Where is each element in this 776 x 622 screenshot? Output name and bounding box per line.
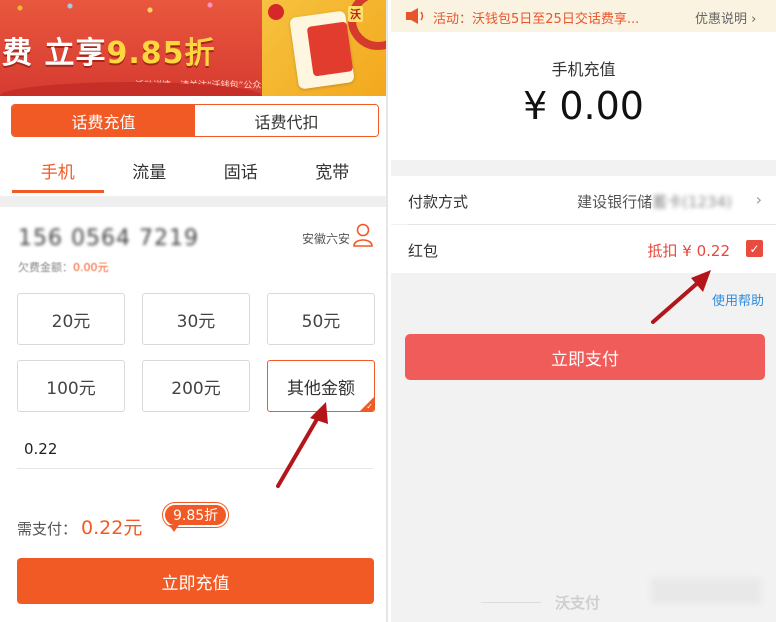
amount-30-button[interactable]: 30元 [142, 293, 250, 345]
arrears-amount: 0.00元 [73, 261, 109, 274]
activity-notice-bar[interactable]: 活动：沃钱包5日至25日交话费享... 优惠说明 › [391, 0, 776, 32]
discount-badge: 9.85折 [163, 503, 229, 532]
chevron-right-icon: › [755, 190, 762, 209]
payment-title: 手机充值 [551, 60, 616, 79]
help-link[interactable]: 使用帮助 [712, 290, 764, 309]
region-label: 安徽六安 [302, 232, 351, 246]
banner-headline: 费 立享9.85折 [2, 28, 215, 72]
promo-banner[interactable]: 费 立享9.85折 活动详情，请关注“沃钱包”公众号 沃 [0, 0, 386, 96]
check-icon: ✓ [749, 241, 760, 256]
payable-line: 需支付： 0.22元 [17, 513, 142, 540]
amount-20-button[interactable]: 20元 [17, 293, 125, 345]
annotation-arrow-right [651, 270, 711, 324]
recharge-panel: 费 立享9.85折 活动详情，请关注“沃钱包”公众号 沃 话费充值 话费代扣 手… [0, 0, 388, 622]
blurred-watermark [651, 578, 761, 604]
chevron-right-icon: › [747, 12, 757, 27]
offer-details-label: 优惠说明 [695, 12, 748, 27]
category-tabs: 手机 流量 固话 宽带 [12, 150, 378, 192]
section-divider [0, 196, 386, 207]
annotation-arrow-left [276, 402, 328, 488]
contact-icon[interactable] [352, 222, 374, 248]
payable-label: 需支付： [17, 520, 78, 538]
segment-auto-deduct[interactable]: 话费代扣 [195, 105, 378, 136]
red-envelope-deduction: 抵扣 ¥ 0.22 [647, 242, 730, 260]
active-tab-underline [12, 190, 104, 193]
offer-details-link[interactable]: 优惠说明 › [695, 8, 756, 27]
tab-landline[interactable]: 固话 [195, 150, 287, 192]
bank-name: 建设银行储 [577, 193, 653, 211]
notice-text: 活动：沃钱包5日至25日交话费享... [433, 12, 640, 27]
phone-number-input[interactable]: 156 0564 7219 [18, 226, 199, 251]
arrears-line: 欠费金额：0.00元 [18, 259, 109, 275]
pay-now-button[interactable]: 立即支付 [405, 334, 765, 380]
tab-data[interactable]: 流量 [104, 150, 196, 192]
watermark-divider [481, 602, 541, 603]
amount-100-button[interactable]: 100元 [17, 360, 125, 412]
payment-method-value: 建设银行储蓄卡(1234) [577, 191, 732, 212]
payment-panel: 活动：沃钱包5日至25日交话费享... 优惠说明 › 手机充值 ¥ 0.00 付… [391, 0, 776, 622]
payment-method-row[interactable]: 付款方式 建设银行储蓄卡(1234) › [391, 176, 776, 224]
payment-amount: ¥ 0.00 [523, 84, 644, 128]
red-envelope-illustration [306, 21, 354, 77]
custom-amount-input[interactable]: 0.22 [24, 440, 57, 458]
unicom-logo [268, 4, 284, 20]
banner-yellow-area: 沃 [262, 0, 386, 96]
banner-red-area: 费 立享9.85折 活动详情，请关注“沃钱包”公众号 [0, 0, 270, 96]
check-icon: ✓ [366, 402, 373, 411]
arrears-label: 欠费金额： [18, 261, 73, 274]
amount-other-button[interactable]: 其他金额 ✓ [267, 360, 375, 412]
red-envelope-label: 红包 [408, 242, 439, 260]
payable-amount: 0.22元 [81, 517, 143, 539]
partner-badge: 沃 [348, 6, 363, 22]
tab-mobile[interactable]: 手机 [12, 150, 104, 192]
brand-watermark: 沃支付 [555, 594, 601, 612]
banner-discount-text: 9.85折 [106, 36, 216, 71]
segment-recharge[interactable]: 话费充值 [12, 105, 195, 136]
input-underline [17, 468, 373, 469]
amount-200-button[interactable]: 200元 [142, 360, 250, 412]
tab-broadband[interactable]: 宽带 [287, 150, 379, 192]
speaker-icon [406, 8, 424, 24]
confetti-decoration [0, 0, 262, 22]
payment-method-label: 付款方式 [408, 193, 469, 211]
banner-headline-text: 费 立享 [2, 36, 107, 71]
masked-card-number: 蓄卡(1234) [652, 193, 732, 211]
recharge-type-switch: 话费充值 话费代扣 [11, 104, 379, 137]
amount-other-label: 其他金额 [287, 378, 355, 399]
screenshot-root: 费 立享9.85折 活动详情，请关注“沃钱包”公众号 沃 话费充值 话费代扣 手… [0, 0, 776, 622]
recharge-now-button[interactable]: 立即充值 [17, 558, 374, 604]
red-envelope-checkbox[interactable]: ✓ [746, 240, 763, 257]
amount-50-button[interactable]: 50元 [267, 293, 375, 345]
